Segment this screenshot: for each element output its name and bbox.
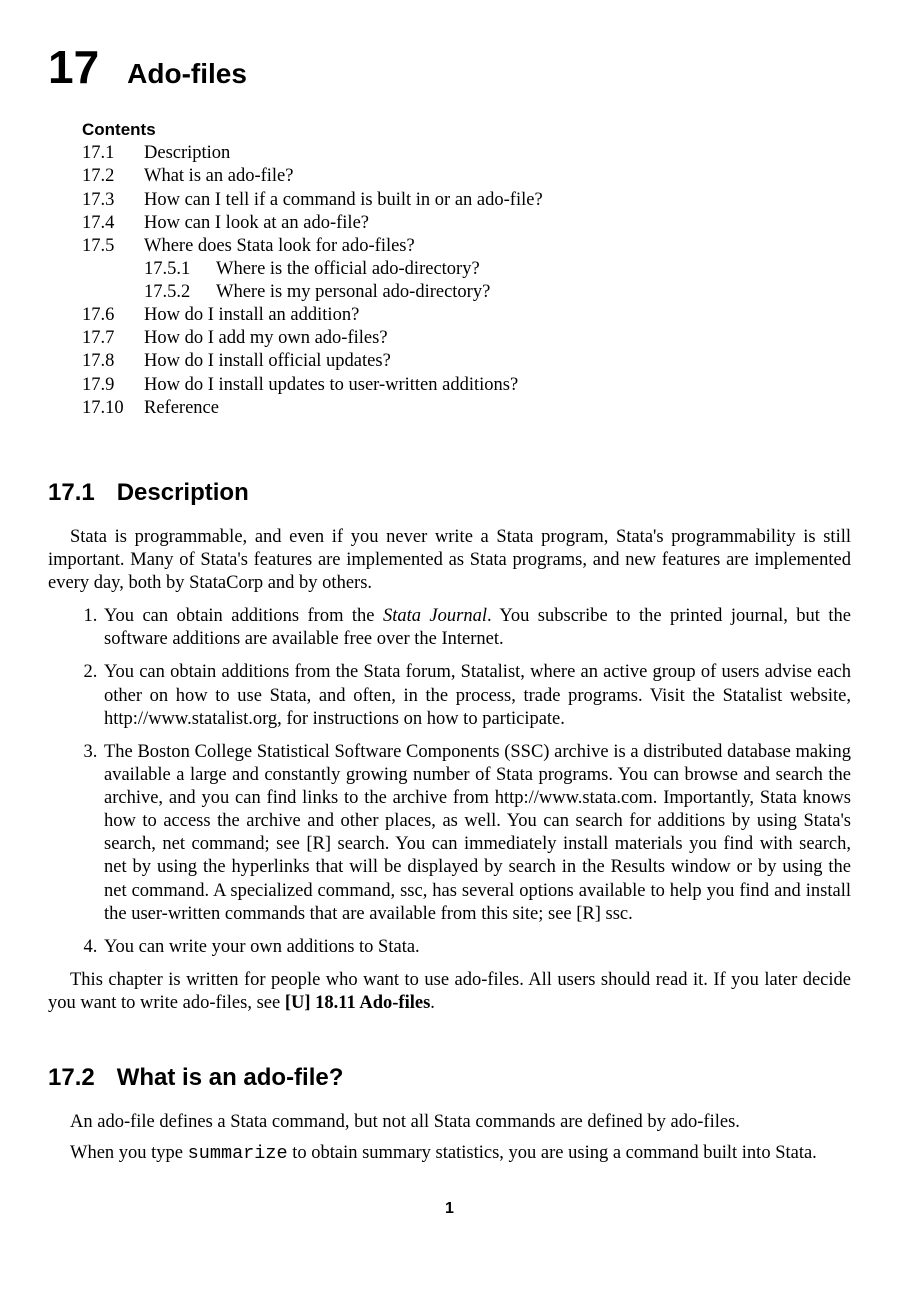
paragraph: This chapter is written for people who w… — [48, 969, 851, 1015]
toc-subnumber: 17.5.2 — [144, 281, 216, 304]
contents-block: Contents 17.1 Description 17.2 What is a… — [82, 119, 851, 420]
chapter-number: 17 — [48, 44, 99, 90]
toc-title: How do I install an addition? — [144, 304, 359, 327]
section-number: 17.1 — [48, 478, 95, 508]
toc-sub-entry: 17.5.2 Where is my personal ado-director… — [82, 281, 851, 304]
text-run: When you type — [70, 1143, 188, 1163]
list-item: You can obtain additions from the Stata … — [102, 661, 851, 730]
toc-number: 17.7 — [82, 327, 144, 350]
toc-entry: 17.10 Reference — [82, 397, 851, 420]
list-item: You can write your own additions to Stat… — [102, 936, 851, 959]
toc-title: How do I install updates to user-written… — [144, 374, 518, 397]
emphasis-stata-journal: Stata Journal — [383, 606, 487, 626]
paragraph: An ado-file defines a Stata command, but… — [48, 1111, 851, 1134]
toc-subtitle: Where is my personal ado-directory? — [216, 281, 490, 304]
toc-number: 17.1 — [82, 142, 144, 165]
toc-entry: 17.1 Description — [82, 142, 851, 165]
toc-number: 17.6 — [82, 304, 144, 327]
text-run: to obtain summary statistics, you are us… — [288, 1143, 817, 1163]
page-number: 1 — [48, 1199, 851, 1219]
text-run: You can obtain additions from the — [104, 606, 383, 626]
toc-entry: 17.9 How do I install updates to user-wr… — [82, 374, 851, 397]
toc-subtitle: Where is the official ado-directory? — [216, 258, 480, 281]
toc-title: How can I tell if a command is built in … — [144, 189, 543, 212]
toc-title: How do I add my own ado-files? — [144, 327, 388, 350]
toc-entry: 17.7 How do I add my own ado-files? — [82, 327, 851, 350]
toc-number: 17.5 — [82, 235, 144, 258]
text-run: . — [430, 993, 435, 1013]
section-heading-description: 17.1 Description — [48, 478, 851, 508]
list-item: You can obtain additions from the Stata … — [102, 605, 851, 651]
section-title: What is an ado-file? — [117, 1064, 344, 1091]
toc-number: 17.8 — [82, 350, 144, 373]
section-title: Description — [117, 479, 249, 506]
text-run: This chapter is written for people who w… — [48, 970, 851, 1013]
toc-number: 17.10 — [82, 397, 144, 420]
toc-title: How do I install official updates? — [144, 350, 391, 373]
toc-entry: 17.8 How do I install official updates? — [82, 350, 851, 373]
section-heading-what-is-ado: 17.2 What is an ado-file? — [48, 1063, 851, 1093]
list-item: The Boston College Statistical Software … — [102, 741, 851, 926]
toc-title: Where does Stata look for ado-files? — [144, 235, 415, 258]
toc-entry: 17.2 What is an ado-file? — [82, 165, 851, 188]
toc-title: Description — [144, 142, 230, 165]
toc-sub-entry: 17.5.1 Where is the official ado-directo… — [82, 258, 851, 281]
toc-title: What is an ado-file? — [144, 165, 293, 188]
toc-entry: 17.6 How do I install an addition? — [82, 304, 851, 327]
toc-number: 17.2 — [82, 165, 144, 188]
toc-title: How can I look at an ado-file? — [144, 212, 369, 235]
toc-subnumber: 17.5.1 — [144, 258, 216, 281]
paragraph: Stata is programmable, and even if you n… — [48, 526, 851, 595]
contents-label: Contents — [82, 119, 851, 140]
chapter-heading: 17 Ado-files — [48, 44, 851, 91]
cross-reference: [U] 18.11 Ado-files — [285, 993, 430, 1013]
toc-title: Reference — [144, 397, 219, 420]
section-number: 17.2 — [48, 1063, 95, 1093]
toc-entry: 17.4 How can I look at an ado-file? — [82, 212, 851, 235]
toc-number: 17.9 — [82, 374, 144, 397]
chapter-title: Ado-files — [127, 56, 247, 91]
numbered-list: You can obtain additions from the Stata … — [48, 605, 851, 959]
toc-entry: 17.5 Where does Stata look for ado-files… — [82, 235, 851, 258]
paragraph: When you type summarize to obtain summar… — [48, 1142, 851, 1165]
toc-number: 17.4 — [82, 212, 144, 235]
toc-entry: 17.3 How can I tell if a command is buil… — [82, 189, 851, 212]
toc-number: 17.3 — [82, 189, 144, 212]
code-summarize: summarize — [188, 1143, 288, 1164]
